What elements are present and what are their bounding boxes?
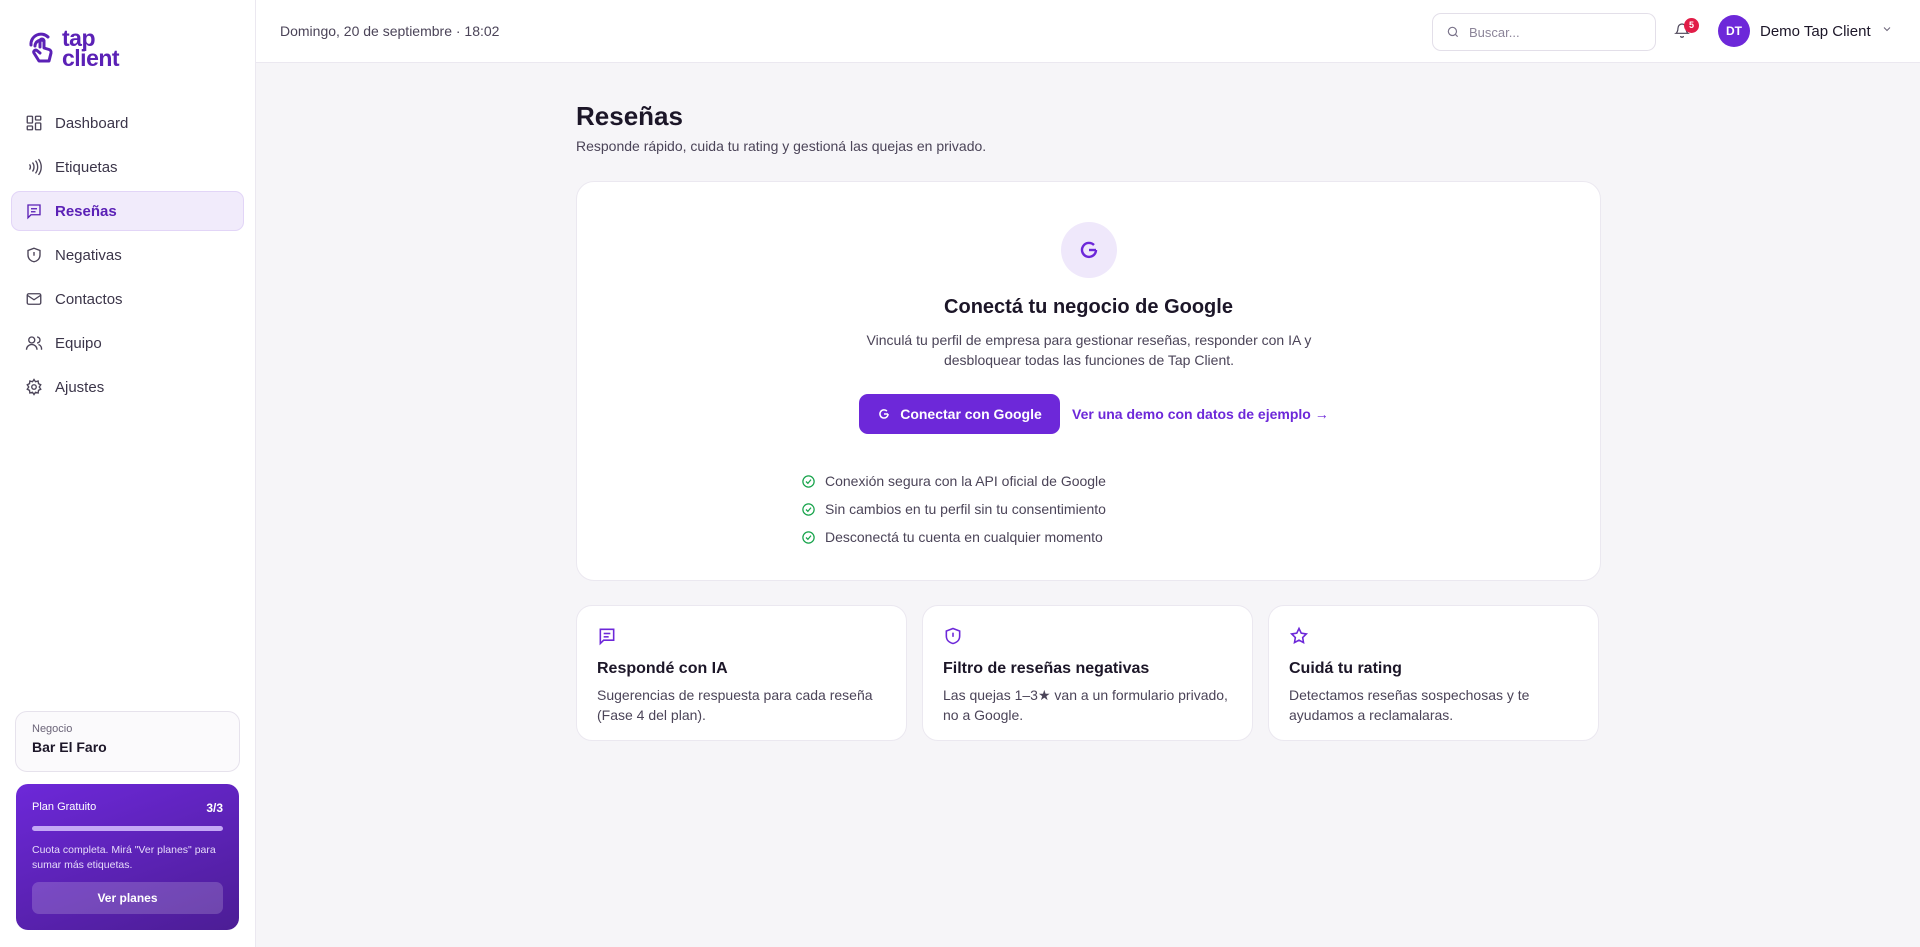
plan-header: Plan Gratuito 3/3 xyxy=(32,801,223,815)
demo-link[interactable]: Ver una demo con datos de ejemplo → xyxy=(1072,406,1329,422)
feature-title: Cuidá tu rating xyxy=(1289,660,1402,677)
connect-google-button[interactable]: Conectar con Google xyxy=(859,394,1060,434)
sidebar-item-dashboard[interactable]: Dashboard xyxy=(11,103,244,143)
benefits-list: Conexión segura con la API oficial de Go… xyxy=(801,467,1106,551)
benefit-text: Desconectá tu cuenta en cualquier moment… xyxy=(825,529,1103,545)
tap-hand-icon xyxy=(29,32,53,63)
feature-description: Las quejas 1–3★ van a un formulario priv… xyxy=(943,687,1228,723)
user-menu[interactable]: DT Demo Tap Client xyxy=(1718,15,1893,47)
feature-card-rating: Cuidá tu rating Detectamos reseñas sospe… xyxy=(1268,605,1599,741)
mail-icon xyxy=(26,293,42,305)
sidebar-item-resenas[interactable]: Reseñas xyxy=(11,191,244,231)
sidebar-item-negativas[interactable]: Negativas xyxy=(11,235,244,275)
shield-icon xyxy=(27,247,41,263)
logo-wordmark: tap client xyxy=(62,27,120,71)
feature-title: Filtro de reseñas negativas xyxy=(943,660,1150,677)
sidebar-item-label: Ajustes xyxy=(55,378,105,396)
sidebar-item-label: Equipo xyxy=(55,334,102,352)
team-icon xyxy=(25,336,43,350)
user-name: Demo Tap Client xyxy=(1760,22,1871,40)
feature-title: Respondé con IA xyxy=(597,660,728,677)
feature-description: Sugerencias de respuesta para cada reseñ… xyxy=(597,687,873,723)
connect-title: Conectá tu negocio de Google xyxy=(944,296,1233,318)
business-name: Bar El Faro xyxy=(32,739,107,755)
plan-usage-bar xyxy=(32,826,223,831)
logo-line-2: client xyxy=(62,45,120,71)
reviews-icon xyxy=(27,204,41,220)
page-subtitle: Responde rápido, cuida tu rating y gesti… xyxy=(576,138,987,154)
nfc-icon xyxy=(28,158,42,176)
message-icon xyxy=(599,628,615,646)
gear-icon xyxy=(26,378,42,396)
view-plans-button[interactable]: Ver planes xyxy=(32,882,223,914)
plan-usage-count: 3/3 xyxy=(206,801,223,815)
feature-description: Detectamos reseñas sospechosas y te ayud… xyxy=(1289,687,1530,723)
check-circle-icon xyxy=(802,474,815,488)
plan-card: Plan Gratuito 3/3 Cuota completa. Mirá "… xyxy=(16,784,239,930)
connect-google-label: Conectar con Google xyxy=(900,406,1042,422)
search-icon xyxy=(1447,26,1459,38)
sidebar: tap client Dashboard Etiquetas Reseñas N… xyxy=(0,0,256,947)
feature-cards: Respondé con IA Sugerencias de respuesta… xyxy=(576,605,1601,741)
business-label: Negocio xyxy=(32,723,73,735)
sidebar-nav: Dashboard Etiquetas Reseñas Negativas Co… xyxy=(11,103,244,411)
shield-alert-icon xyxy=(945,627,961,645)
feature-card-negative-filter: Filtro de reseñas negativas Las quejas 1… xyxy=(922,605,1253,741)
star-icon xyxy=(1289,626,1309,645)
feature-card-ai-reply: Respondé con IA Sugerencias de respuesta… xyxy=(576,605,907,741)
notification-badge: 5 xyxy=(1684,18,1699,33)
connect-google-card: Conectá tu negocio de Google Vinculá tu … xyxy=(576,181,1601,581)
sidebar-item-equipo[interactable]: Equipo xyxy=(11,323,244,363)
topbar: Domingo, 20 de septiembre · 18:02 5 DT D… xyxy=(256,0,1920,63)
current-date: Domingo, 20 de septiembre · 18:02 xyxy=(280,23,500,39)
list-item: Desconectá tu cuenta en cualquier moment… xyxy=(801,523,1106,551)
benefit-text: Conexión segura con la API oficial de Go… xyxy=(825,473,1106,489)
list-item: Sin cambios en tu perfil sin tu consenti… xyxy=(801,495,1106,523)
sidebar-item-ajustes[interactable]: Ajustes xyxy=(11,367,244,407)
plan-note: Cuota completa. Mirá "Ver planes" para s… xyxy=(32,844,216,871)
google-g-icon xyxy=(1061,222,1117,278)
page-title: Reseñas xyxy=(576,101,683,131)
connect-description: Vinculá tu perfil de empresa para gestio… xyxy=(866,332,1312,368)
sidebar-item-label: Reseñas xyxy=(55,202,117,220)
plan-usage-fill xyxy=(32,826,223,831)
sidebar-item-etiquetas[interactable]: Etiquetas xyxy=(11,147,244,187)
search-input[interactable] xyxy=(1469,24,1639,40)
check-circle-icon xyxy=(802,530,815,544)
sidebar-item-label: Contactos xyxy=(55,290,123,308)
sidebar-item-label: Etiquetas xyxy=(55,158,118,176)
list-item: Conexión segura con la API oficial de Go… xyxy=(801,467,1106,495)
google-g-icon xyxy=(879,409,890,419)
tap-client-logo[interactable]: tap client xyxy=(26,27,120,71)
search-box[interactable] xyxy=(1432,13,1656,51)
dashboard-icon xyxy=(26,115,42,131)
check-circle-icon xyxy=(802,502,815,516)
business-selector[interactable]: Negocio Bar El Faro xyxy=(15,711,240,772)
sidebar-item-label: Dashboard xyxy=(55,114,129,132)
sidebar-item-contactos[interactable]: Contactos xyxy=(11,279,244,319)
chevron-down-icon xyxy=(1881,22,1893,40)
avatar: DT xyxy=(1718,15,1750,47)
benefit-text: Sin cambios en tu perfil sin tu consenti… xyxy=(825,501,1106,517)
plan-name: Plan Gratuito xyxy=(32,801,97,813)
sidebar-item-label: Negativas xyxy=(55,246,122,264)
